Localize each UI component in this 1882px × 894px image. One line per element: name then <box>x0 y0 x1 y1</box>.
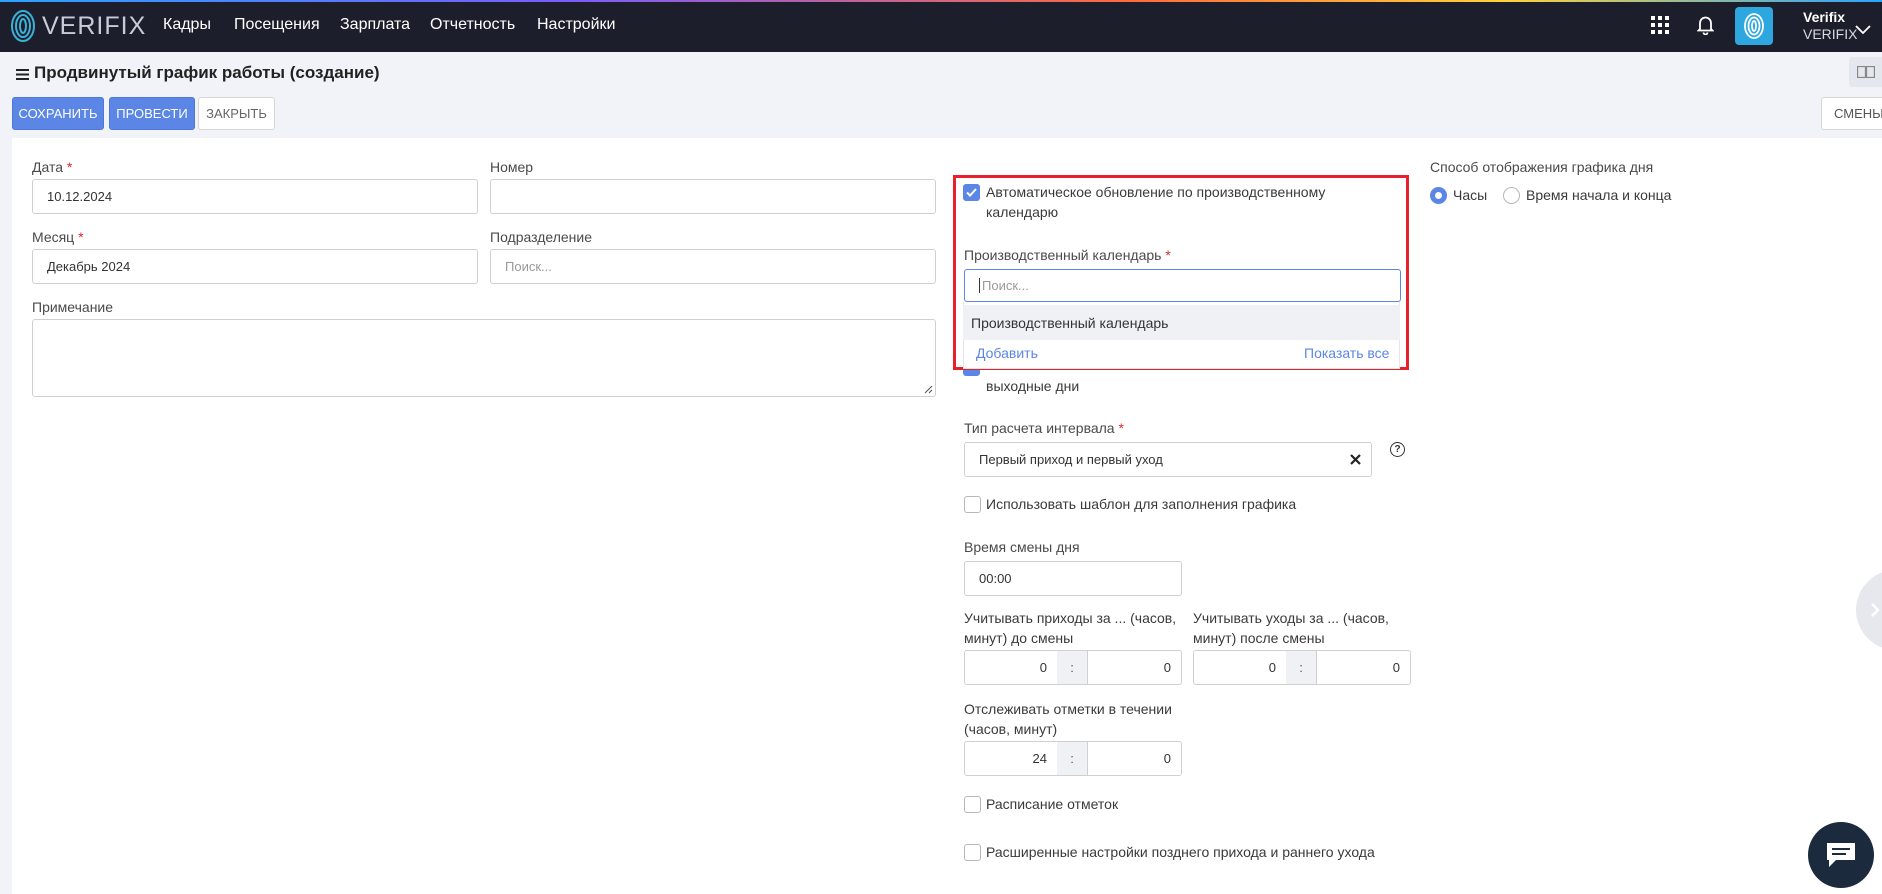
chevron-right-icon <box>1871 603 1880 617</box>
date-input[interactable]: 10.12.2024 <box>32 179 478 214</box>
auto-update-checkbox[interactable] <box>963 184 980 201</box>
advanced-settings-label: Расширенные настройки позднего прихода и… <box>986 844 1375 860</box>
number-label: Номер <box>490 159 534 175</box>
note-label: Примечание <box>32 299 114 315</box>
marks-schedule-label: Расписание отметок <box>986 796 1119 812</box>
departures-minutes-input[interactable]: 0 <box>1316 650 1411 685</box>
fingerprint-logo-icon <box>11 10 35 42</box>
chat-support-button[interactable] <box>1808 822 1874 888</box>
bell-icon[interactable] <box>1696 15 1715 38</box>
weekend-days-label: выходные дни <box>986 378 1080 394</box>
departures-hours-input[interactable]: 0 <box>1193 650 1287 685</box>
prod-calendar-label: Производственный календарь * <box>964 247 1171 263</box>
chevron-down-icon[interactable] <box>1855 22 1871 38</box>
close-button[interactable]: ЗАКРЫТЬ <box>198 97 275 130</box>
track-marks-label: Отслеживать отметки в течении (часов, мин… <box>964 701 1172 737</box>
arrivals-label: Учитывать приходы за ... (часов, минут) д… <box>964 610 1177 646</box>
fingerprint-icon <box>1744 13 1764 39</box>
add-link[interactable]: Добавить <box>976 345 1038 361</box>
auto-update-label: Автоматическое обновление по производств… <box>986 184 1326 220</box>
departures-colon: : <box>1286 650 1316 685</box>
translate-icon <box>1856 66 1875 78</box>
number-input[interactable] <box>490 179 936 214</box>
avatar[interactable] <box>1735 7 1773 45</box>
shifts-tab-button[interactable]: СМЕНЫ <box>1821 97 1882 130</box>
page-title: Продвинутый график работы (создание) <box>34 63 380 82</box>
nav-item-kadry[interactable]: Кадры <box>163 16 211 34</box>
dropdown-option-prod-calendar[interactable]: Производственный календарь <box>963 305 1400 340</box>
logo[interactable]: VERIFIX <box>10 8 146 44</box>
display-start-end-label[interactable]: Время начала и конца <box>1526 185 1671 205</box>
user-name[interactable]: Verifix <box>1803 9 1845 25</box>
division-label: Подразделение <box>490 229 593 245</box>
chat-icon <box>1827 843 1855 867</box>
display-hours-radio[interactable] <box>1430 187 1447 204</box>
display-start-end-radio[interactable] <box>1503 187 1520 204</box>
text-cursor <box>979 278 980 293</box>
use-template-checkbox[interactable] <box>964 496 981 513</box>
display-hours-label[interactable]: Часы <box>1453 185 1487 205</box>
month-input[interactable]: Декабрь 2024 <box>32 249 478 284</box>
track-colon: : <box>1057 741 1087 776</box>
use-template-label: Использовать шаблон для заполнения графи… <box>986 496 1297 512</box>
nav-item-nastroyki[interactable]: Настройки <box>537 16 615 34</box>
help-icon[interactable]: ? <box>1390 442 1405 457</box>
nav-item-poseshcheniya[interactable]: Посещения <box>234 16 320 34</box>
resize-handle-icon[interactable] <box>924 385 933 394</box>
display-mode-label: Способ отображения графика дня <box>1430 159 1654 175</box>
save-button[interactable]: СОХРАНИТЬ <box>12 97 104 130</box>
month-label: Месяц * <box>32 229 84 245</box>
top-navbar: VERIFIX Кадры Посещения Зарплата Отчетно… <box>0 0 1882 52</box>
arrivals-colon: : <box>1057 650 1087 685</box>
nav-item-otchetnost[interactable]: Отчетность <box>430 16 515 34</box>
note-textarea[interactable] <box>32 319 936 397</box>
prod-calendar-search-input[interactable]: Поиск... <box>964 269 1401 302</box>
menu-burger-icon[interactable] <box>16 67 29 83</box>
interval-type-label: Тип расчета интервала * <box>964 420 1124 436</box>
day-shift-time-label: Время смены дня <box>964 539 1080 555</box>
arrivals-hours-input[interactable]: 0 <box>964 650 1058 685</box>
language-toggle-button[interactable] <box>1849 57 1882 87</box>
clear-icon[interactable] <box>1350 452 1361 468</box>
track-minutes-input[interactable]: 0 <box>1087 741 1182 776</box>
division-input[interactable]: Поиск... <box>490 249 936 284</box>
advanced-settings-checkbox[interactable] <box>964 844 981 861</box>
logo-text: VERIFIX <box>42 11 147 40</box>
date-label: Дата * <box>32 159 73 175</box>
apps-grid-icon[interactable] <box>1651 16 1669 37</box>
top-gradient-line <box>0 0 1882 2</box>
post-button[interactable]: ПРОВЕСТИ <box>109 97 195 130</box>
arrivals-minutes-input[interactable]: 0 <box>1087 650 1182 685</box>
marks-schedule-checkbox[interactable] <box>964 796 981 813</box>
user-org[interactable]: VERIFIX <box>1803 26 1857 42</box>
show-all-link[interactable]: Показать все <box>1304 345 1389 361</box>
interval-type-select[interactable]: Первый приход и первый уход <box>964 442 1372 477</box>
check-icon <box>966 188 977 197</box>
nav-item-zarplata[interactable]: Зарплата <box>340 16 410 34</box>
departures-label: Учитывать уходы за ... (часов, минут) пос… <box>1193 610 1389 646</box>
track-hours-input[interactable]: 24 <box>964 741 1058 776</box>
day-shift-time-input[interactable]: 00:00 <box>964 561 1182 596</box>
